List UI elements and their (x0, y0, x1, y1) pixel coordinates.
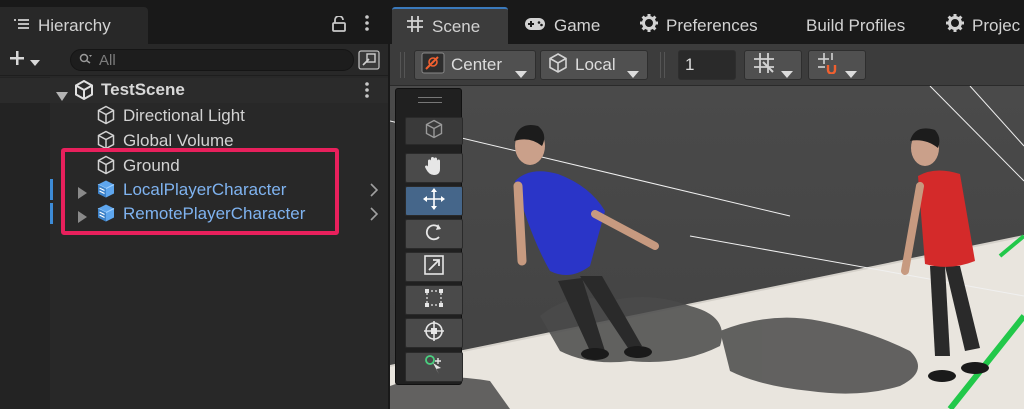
plus-icon (8, 49, 26, 72)
incremental-snap-button[interactable] (808, 50, 866, 80)
tab-label: Preferences (666, 15, 758, 35)
rect-tool-button[interactable] (405, 285, 463, 315)
hierarchy-item-remote-player-character[interactable]: RemotePlayerCharacter (0, 201, 388, 226)
tab-hierarchy[interactable]: Hierarchy (0, 7, 148, 44)
pivot-center-icon (421, 52, 445, 79)
hierarchy-item-label: Global Volume (123, 131, 234, 150)
snap-magnet-icon (817, 52, 839, 79)
move-tool-button[interactable] (405, 186, 463, 216)
hierarchy-item-ground[interactable]: Ground (0, 153, 388, 178)
chevron-right-icon[interactable] (370, 206, 379, 226)
search-options-icon[interactable] (358, 50, 380, 70)
dropdown-arrow-icon (30, 51, 40, 71)
toolbar-grip[interactable] (660, 52, 665, 78)
create-button[interactable] (8, 49, 40, 72)
rect-transform-icon (423, 287, 445, 314)
hierarchy-item-label: Ground (123, 156, 180, 175)
gamepad-icon (524, 16, 546, 36)
grid-snap-button[interactable] (744, 50, 802, 80)
view-tool-button[interactable] (405, 117, 463, 145)
list-icon (14, 16, 30, 36)
override-indicator (50, 203, 53, 224)
hand-tool-button[interactable] (405, 153, 463, 183)
search-input[interactable] (99, 51, 329, 69)
grid-snap-icon (753, 52, 775, 79)
tab-preferences[interactable]: Preferences (626, 7, 784, 44)
pivot-rotation-label: Local (575, 55, 616, 74)
hierarchy-item-directional-light[interactable]: Directional Light (0, 103, 388, 128)
gear-icon (946, 14, 964, 37)
palette-drag-handle[interactable] (418, 97, 442, 103)
tab-project[interactable]: Projec (932, 7, 1024, 44)
hierarchy-item-label: LocalPlayerCharacter (123, 180, 287, 199)
tab-label: Game (554, 15, 601, 35)
tab-game[interactable]: Game (510, 7, 626, 44)
scene-area: Scene Game Preferences Build Profiles Pr… (390, 0, 1024, 409)
gear-icon (640, 14, 658, 37)
hierarchy-item-label: RemotePlayerCharacter (123, 204, 306, 223)
scene-viewport[interactable] (390, 85, 1024, 409)
hierarchy-tab-bar: Hierarchy (0, 0, 388, 44)
tab-label: Projec (972, 15, 1021, 35)
pivot-rotation-dropdown[interactable]: Local (540, 50, 648, 80)
pivot-mode-dropdown[interactable]: Center (414, 50, 536, 80)
hierarchy-toolbar (0, 44, 388, 76)
scale-tool-button[interactable] (405, 252, 463, 282)
pivot-mode-label: Center (451, 55, 503, 74)
expand-arrow-icon[interactable] (78, 208, 87, 228)
toolbar-grip[interactable] (400, 52, 405, 78)
lock-icon[interactable] (332, 15, 346, 37)
unity-scene-icon (74, 79, 94, 105)
transform-gizmo-icon (422, 319, 446, 348)
hand-icon (423, 155, 445, 182)
transform-tool-button[interactable] (405, 318, 463, 348)
prefab-icon (96, 203, 116, 228)
scene-name: TestScene (101, 80, 185, 99)
tab-label: Scene (432, 16, 481, 36)
rotate-tool-button[interactable] (405, 219, 463, 249)
cube-outline-icon (424, 119, 444, 144)
tab-scene[interactable]: Scene (392, 7, 508, 44)
override-indicator (50, 179, 53, 200)
search-box[interactable] (70, 49, 354, 71)
hierarchy-item-global-volume[interactable]: Global Volume (0, 128, 388, 153)
hierarchy-item-label: Directional Light (123, 106, 245, 125)
scene-options-icon[interactable] (364, 82, 370, 103)
hash-icon (406, 15, 424, 38)
tab-label: Build Profiles (806, 15, 906, 35)
local-cube-icon (547, 52, 569, 79)
chevron-right-icon[interactable] (370, 182, 379, 202)
grid-size-value: 1 (685, 55, 695, 74)
scale-icon (423, 254, 445, 281)
scene-row[interactable]: TestScene (0, 78, 388, 103)
dropdown-arrow-icon (627, 63, 639, 83)
hierarchy-item-local-player-character[interactable]: LocalPlayerCharacter (0, 177, 388, 202)
tab-hierarchy-label: Hierarchy (38, 15, 111, 35)
search-icon (79, 50, 93, 70)
move-arrows-icon (422, 187, 446, 216)
scene-tool-palette (395, 88, 463, 385)
editor-tab-bar: Scene Game Preferences Build Profiles Pr… (390, 0, 1024, 44)
dropdown-arrow-icon (781, 63, 793, 83)
scene-toolbar: Center Local 1 (390, 44, 1024, 86)
dropdown-arrow-icon (515, 63, 527, 83)
more-options-icon[interactable] (364, 15, 370, 36)
custom-tool-icon (423, 354, 445, 381)
gameobject-cube-icon (96, 105, 116, 130)
gameobject-cube-icon (96, 130, 116, 155)
dropdown-arrow-icon (845, 63, 857, 83)
scene-render (390, 85, 1024, 409)
tab-build-profiles[interactable]: Build Profiles (792, 7, 932, 44)
grid-size-field[interactable]: 1 (678, 50, 736, 80)
custom-tool-button[interactable] (405, 352, 463, 382)
hierarchy-panel: Hierarchy All TestScene Directional Ligh… (0, 0, 388, 409)
rotate-icon (423, 221, 445, 248)
